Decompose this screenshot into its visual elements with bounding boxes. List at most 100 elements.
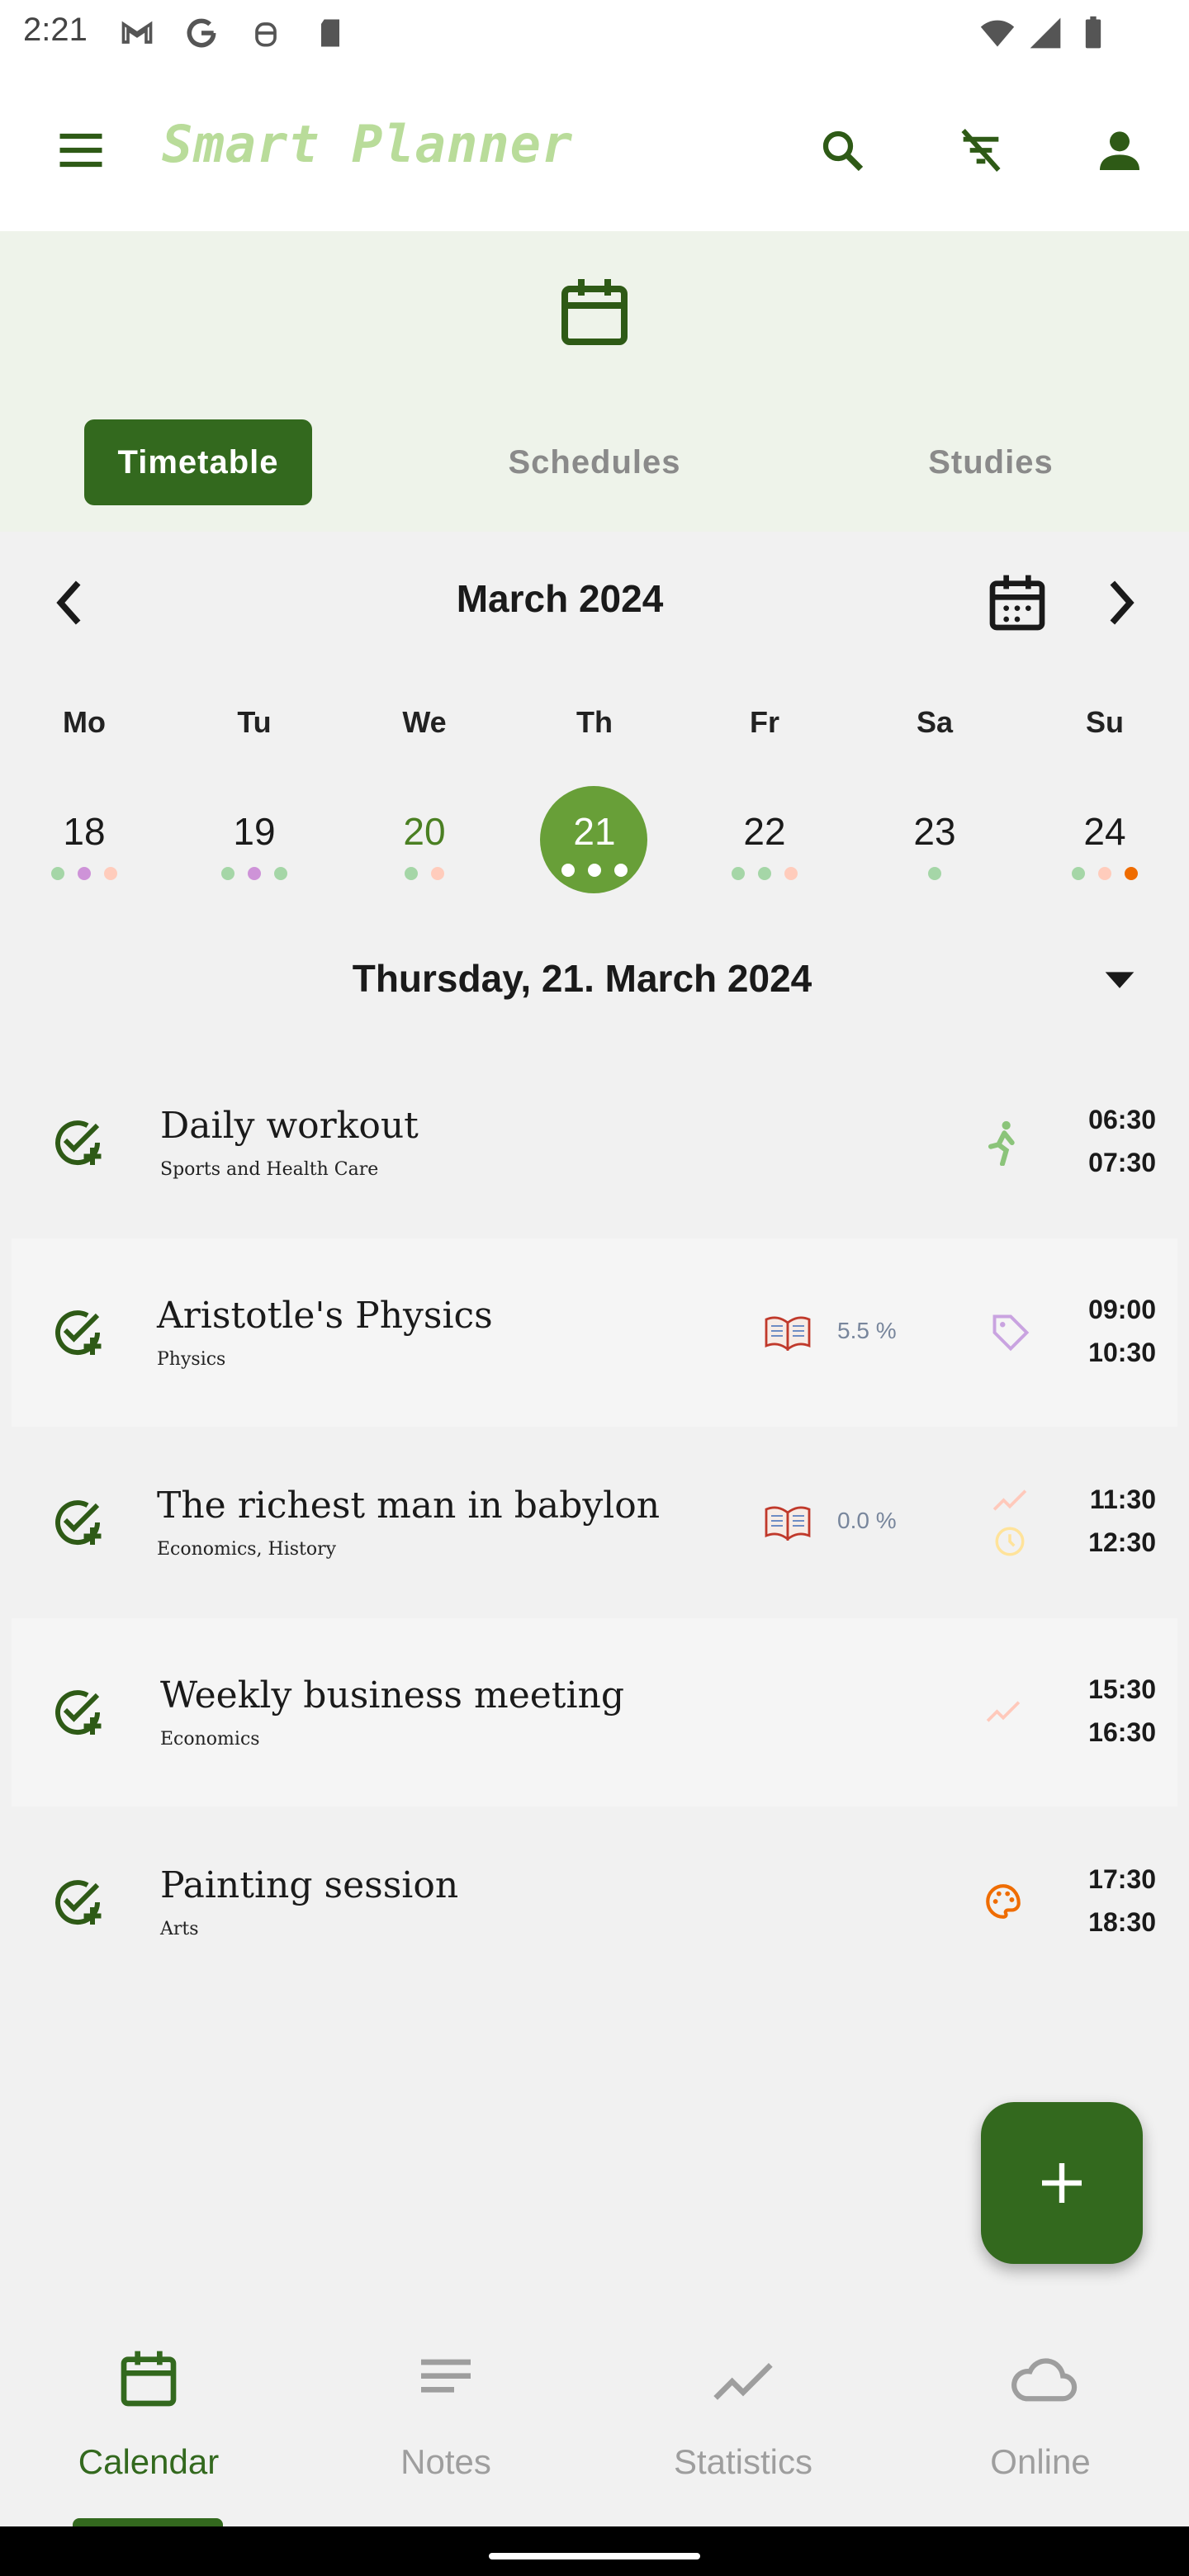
event-dot <box>784 867 798 880</box>
event-dot <box>588 864 601 877</box>
tab-timetable[interactable]: Timetable <box>84 419 312 505</box>
status-bar: 2:21 <box>0 0 1189 69</box>
calendar-picker-icon[interactable] <box>984 570 1050 636</box>
event-dot <box>1125 867 1138 880</box>
event-title: Aristotle's Physics <box>157 1295 493 1337</box>
day-22[interactable]: 22 <box>715 809 814 854</box>
event-category: Arts <box>160 1919 199 1939</box>
add-event-button[interactable] <box>981 2102 1143 2264</box>
weekday-su: Su <box>1085 705 1124 739</box>
gmail-icon <box>121 21 153 44</box>
day-18[interactable]: 18 <box>35 809 134 854</box>
event-category: Physics <box>157 1349 226 1370</box>
event-dot <box>51 867 64 880</box>
event-category: Sports and Health Care <box>160 1159 379 1180</box>
month-label: March 2024 <box>456 577 664 620</box>
event-end-time: 07:30 <box>1088 1148 1156 1177</box>
cloud-icon[interactable] <box>1006 2350 1080 2408</box>
event-start-time: 06:30 <box>1088 1105 1156 1134</box>
gesture-bar <box>0 2526 1189 2576</box>
active-tab-indicator <box>73 2518 223 2526</box>
weekday-fr: Fr <box>750 705 779 739</box>
nav-calendar[interactable]: Calendar <box>0 2442 297 2482</box>
event-dot <box>405 867 418 880</box>
nav-statistics[interactable]: Statistics <box>594 2442 892 2482</box>
weekday-mo: Mo <box>63 705 106 739</box>
expand-dropdown-icon[interactable] <box>1098 963 1141 996</box>
battery-icon <box>1085 16 1101 49</box>
event-dot <box>248 867 261 880</box>
filter-off-icon[interactable] <box>948 117 1014 183</box>
running-icon <box>984 1120 1021 1167</box>
event-dot <box>561 864 575 877</box>
event-start-time: 17:30 <box>1088 1864 1156 1894</box>
event-dot <box>758 867 771 880</box>
android-debug-icon <box>255 22 277 47</box>
weekday-tu: Tu <box>237 705 272 739</box>
calendar-icon <box>555 271 634 353</box>
statistics-icon[interactable] <box>710 2350 776 2408</box>
event-dot <box>1072 867 1085 880</box>
account-icon[interactable] <box>1087 117 1153 183</box>
sd-card-icon <box>321 19 339 47</box>
weekday-sa: Sa <box>916 705 954 739</box>
event-dot <box>104 867 117 880</box>
reading-progress: 0.0 % <box>837 1508 897 1533</box>
history-icon <box>992 1524 1027 1559</box>
view-switcher: Timetable Schedules Studies <box>0 231 1189 532</box>
calendar-icon[interactable] <box>116 2343 182 2414</box>
trend-icon <box>991 1486 1029 1514</box>
event-title: Weekly business meeting <box>160 1674 625 1717</box>
complete-task-icon[interactable] <box>48 1303 107 1362</box>
tab-studies[interactable]: Studies <box>875 419 1106 505</box>
event-dot <box>928 867 941 880</box>
home-indicator <box>489 2553 700 2559</box>
event-title: Painting session <box>160 1864 459 1906</box>
nav-notes[interactable]: Notes <box>297 2442 594 2482</box>
complete-task-icon[interactable] <box>48 1113 107 1172</box>
day-20[interactable]: 20 <box>375 809 474 854</box>
tag-icon <box>989 1309 1032 1356</box>
event-time: 15:30 16:30 <box>1057 1668 1156 1754</box>
day-21[interactable]: 21 <box>545 809 644 854</box>
app-bar: Smart Planner <box>0 69 1189 231</box>
event-end-time: 10:30 <box>1088 1338 1156 1367</box>
event-end-time: 18:30 <box>1088 1907 1156 1937</box>
search-icon[interactable] <box>809 117 875 183</box>
complete-task-icon[interactable] <box>48 1873 107 1932</box>
event-start-time: 09:00 <box>1088 1295 1156 1324</box>
event-dot <box>221 867 234 880</box>
notes-icon[interactable] <box>413 2350 479 2408</box>
event-time: 17:30 18:30 <box>1057 1858 1156 1944</box>
event-category: Economics, History <box>157 1539 337 1560</box>
event-time: 09:00 10:30 <box>1057 1288 1156 1374</box>
weekday-th: Th <box>576 705 613 739</box>
event-start-time: 11:30 <box>1089 1485 1156 1514</box>
event-end-time: 16:30 <box>1088 1717 1156 1747</box>
book-icon <box>763 1314 812 1352</box>
complete-task-icon[interactable] <box>48 1493 107 1552</box>
event-time: 11:30 12:30 <box>1057 1478 1156 1564</box>
day-19[interactable]: 19 <box>205 809 304 854</box>
weekday-we: We <box>402 705 447 739</box>
event-dot <box>431 867 444 880</box>
next-month-button[interactable] <box>1095 570 1148 636</box>
event-category: Economics <box>160 1729 260 1750</box>
book-icon <box>763 1504 812 1541</box>
status-time: 2:21 <box>23 12 88 48</box>
event-dot <box>78 867 91 880</box>
complete-task-icon[interactable] <box>48 1683 107 1742</box>
tab-schedules[interactable]: Schedules <box>479 419 710 505</box>
palette-icon <box>983 1881 1024 1922</box>
trend-icon <box>984 1698 1022 1726</box>
app-title: Smart Planner <box>162 114 574 174</box>
wifi-icon <box>980 20 1015 47</box>
event-dot <box>274 867 287 880</box>
day-23[interactable]: 23 <box>885 809 984 854</box>
reading-progress: 5.5 % <box>837 1318 897 1343</box>
event-time: 06:30 07:30 <box>1057 1098 1156 1184</box>
day-24[interactable]: 24 <box>1055 809 1154 854</box>
event-dot <box>732 867 745 880</box>
menu-icon[interactable] <box>48 117 114 183</box>
nav-online[interactable]: Online <box>892 2442 1189 2482</box>
